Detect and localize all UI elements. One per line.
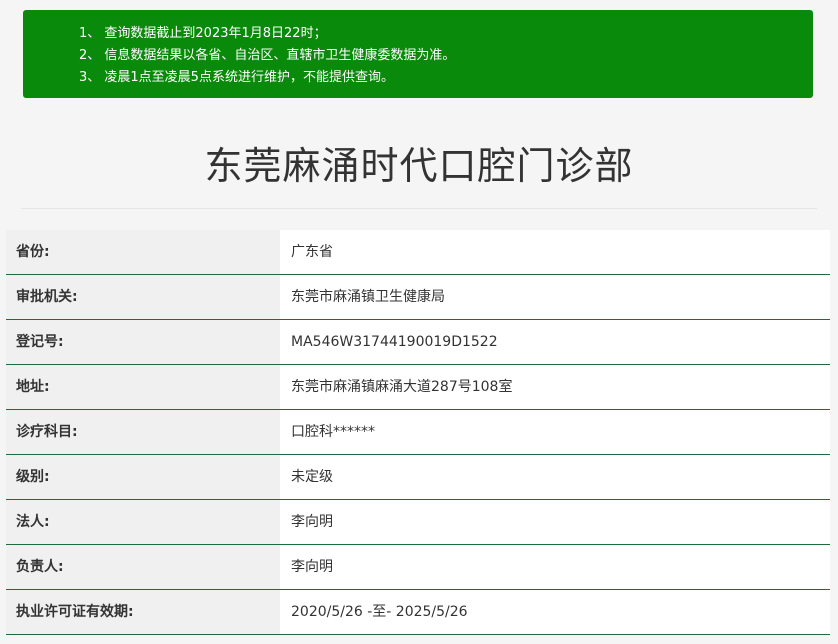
row-value: 未定级 (280, 455, 830, 499)
row-label: 法人: (6, 500, 280, 544)
row-label: 负责人: (6, 545, 280, 589)
row-label: 地址: (6, 365, 280, 409)
row-value: 李向明 (280, 500, 830, 544)
row-value: MA546W31744190019D1522 (280, 320, 830, 364)
notice-line: 1、 查询数据截止到2023年1月8日22时； (79, 26, 327, 41)
row-label: 省份: (6, 230, 280, 274)
notice-line: 3、 凌晨1点至凌晨5点系统进行维护，不能提供查询。 (79, 70, 394, 85)
row-value: 李向明 (280, 545, 830, 589)
row-value: 口腔科****** (280, 410, 830, 454)
table-row-registration-number: 登记号: MA546W31744190019D1522 (6, 320, 830, 365)
table-row-departments: 诊疗科目: 口腔科****** (6, 410, 830, 455)
row-label: 执业许可证有效期: (6, 590, 280, 634)
table-row-level: 级别: 未定级 (6, 455, 830, 500)
title-divider (21, 208, 817, 209)
notice-banner: 1、 查询数据截止到2023年1月8日22时； 2、 信息数据结果以各省、自治区… (23, 10, 813, 98)
row-label: 审批机关: (6, 275, 280, 319)
row-value: 2020/5/26 -至- 2025/5/26 (280, 590, 830, 634)
row-value: 东莞市麻涌镇卫生健康局 (280, 275, 830, 319)
row-label: 诊疗科目: (6, 410, 280, 454)
row-label: 级别: (6, 455, 280, 499)
clinic-details-table: 省份: 广东省 审批机关: 东莞市麻涌镇卫生健康局 登记号: MA546W317… (6, 230, 830, 635)
table-row-approval-authority: 审批机关: 东莞市麻涌镇卫生健康局 (6, 275, 830, 320)
row-value: 广东省 (280, 230, 830, 274)
table-row-address: 地址: 东莞市麻涌镇麻涌大道287号108室 (6, 365, 830, 410)
table-row-license-validity: 执业许可证有效期: 2020/5/26 -至- 2025/5/26 (6, 590, 830, 635)
table-row-person-in-charge: 负责人: 李向明 (6, 545, 830, 590)
notice-line: 2、 信息数据结果以各省、自治区、直辖市卫生健康委数据为准。 (79, 48, 456, 63)
table-row-province: 省份: 广东省 (6, 230, 830, 275)
row-label: 登记号: (6, 320, 280, 364)
row-value: 东莞市麻涌镇麻涌大道287号108室 (280, 365, 830, 409)
page-title: 东莞麻涌时代口腔门诊部 (204, 144, 634, 188)
table-row-legal-person: 法人: 李向明 (6, 500, 830, 545)
